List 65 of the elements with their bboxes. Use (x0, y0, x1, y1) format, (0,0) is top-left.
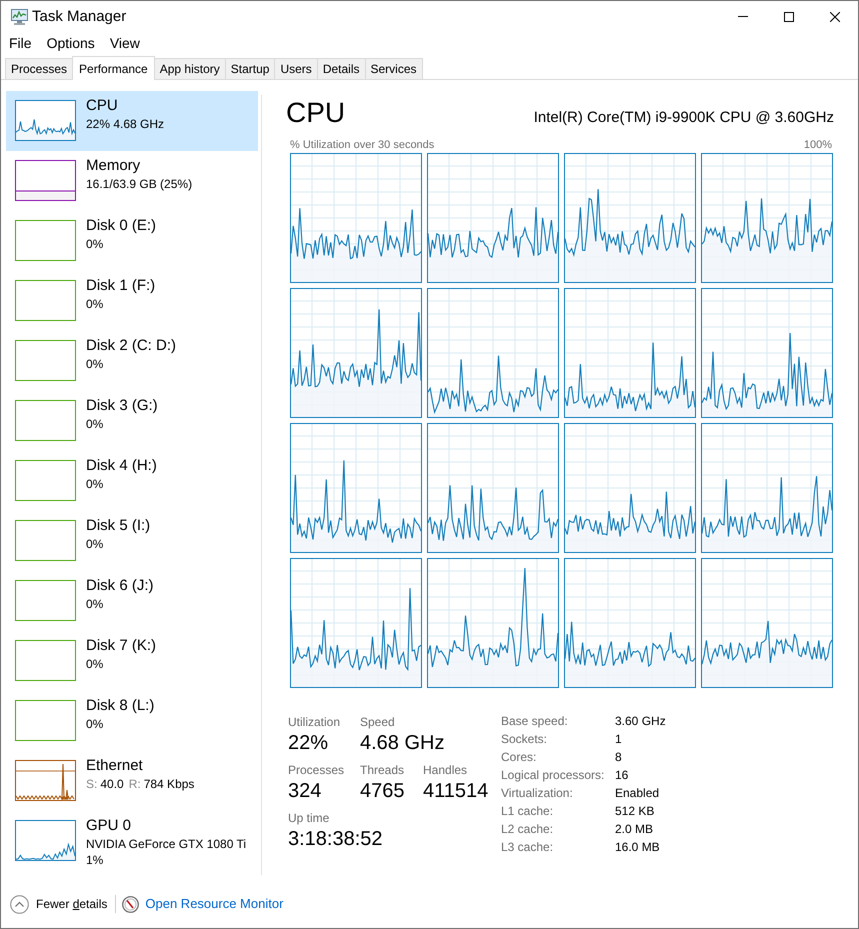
menu-item[interactable]: View (104, 33, 146, 53)
spec-value: 16.0 MB (615, 839, 660, 856)
tab[interactable]: App history (154, 58, 226, 79)
spec-label: Logical processors: (501, 767, 604, 784)
stat-value: 324 (288, 779, 322, 804)
mini-graph-drawing (15, 700, 76, 741)
stat-value: 411514 (423, 779, 488, 804)
minimize-icon (738, 16, 748, 17)
stat-label: Up time (288, 810, 330, 826)
tab[interactable]: Details (316, 58, 366, 79)
maximize-icon (784, 12, 794, 22)
graph-caption: % Utilization over 30 seconds (290, 138, 434, 152)
menu-item[interactable]: File (3, 33, 38, 53)
mini-graph-drawing (15, 580, 76, 621)
gauge-icon (122, 896, 140, 912)
mini-graph-drawing (15, 400, 76, 441)
stat-label: Speed (360, 714, 395, 730)
stat-value: 3:18:38:52 (288, 827, 383, 852)
spec-label: Cores: (501, 749, 536, 766)
spec-value: 512 KB (615, 803, 654, 820)
tab[interactable]: Performance (72, 56, 155, 80)
tab[interactable]: Services (364, 58, 423, 79)
stat-label: Threads (360, 762, 404, 778)
mini-graph-drawing (15, 280, 76, 321)
monitor-graph-icon (11, 8, 28, 24)
section-title: CPU (286, 96, 346, 130)
spec-value: 1 (615, 731, 622, 748)
stat-label: Utilization (288, 714, 340, 730)
stat-value: 22% (288, 731, 328, 756)
graph-max-label: 100% (804, 138, 832, 152)
tab[interactable]: Startup (224, 58, 276, 79)
close-icon (830, 12, 840, 22)
mini-graph-drawing (15, 820, 76, 861)
spec-label: Virtualization: (501, 785, 573, 802)
window-title: Task Manager (32, 6, 126, 26)
fewer-details-button[interactable]: Fewer details (10, 894, 108, 914)
spec-value: 2.0 MB (615, 821, 654, 838)
mini-graph-drawing (15, 160, 76, 201)
stat-value: 4.68 GHz (360, 731, 444, 756)
stat-label: Handles (423, 762, 468, 778)
spec-label: L2 cache: (501, 821, 554, 838)
sidebar-item[interactable]: CPU 22% 4.68 GHz (6, 91, 258, 151)
open-resource-monitor-link[interactable]: Open Resource Monitor (145, 896, 284, 912)
stat-label: Processes (288, 762, 344, 778)
spec-label: L3 cache: (501, 839, 554, 856)
mini-graph-drawing (15, 340, 76, 381)
mini-graph-drawing (15, 640, 76, 681)
spec-value: 3.60 GHz (615, 713, 666, 730)
spec-value: 8 (615, 749, 622, 766)
mini-graph-drawing (15, 760, 76, 801)
spec-label: Sockets: (501, 731, 548, 748)
processor-name: Intel(R) Core(TM) i9-9900K CPU @ 3.60GHz (534, 108, 834, 128)
mini-graph-drawing (15, 460, 76, 501)
spec-label: Base speed: (501, 713, 568, 730)
stat-value: 4765 (360, 779, 404, 804)
spec-value: Enabled (615, 785, 660, 802)
tab[interactable]: Users (274, 58, 318, 79)
mini-graph-drawing (15, 100, 76, 141)
spec-value: 16 (615, 767, 628, 784)
tab[interactable]: Processes (5, 58, 74, 79)
chevron-up-icon (10, 894, 29, 914)
mini-graph-drawing (15, 520, 76, 561)
spec-label: L1 cache: (501, 803, 554, 820)
menu-item[interactable]: Options (40, 33, 101, 53)
mini-graph-drawing (15, 220, 76, 261)
